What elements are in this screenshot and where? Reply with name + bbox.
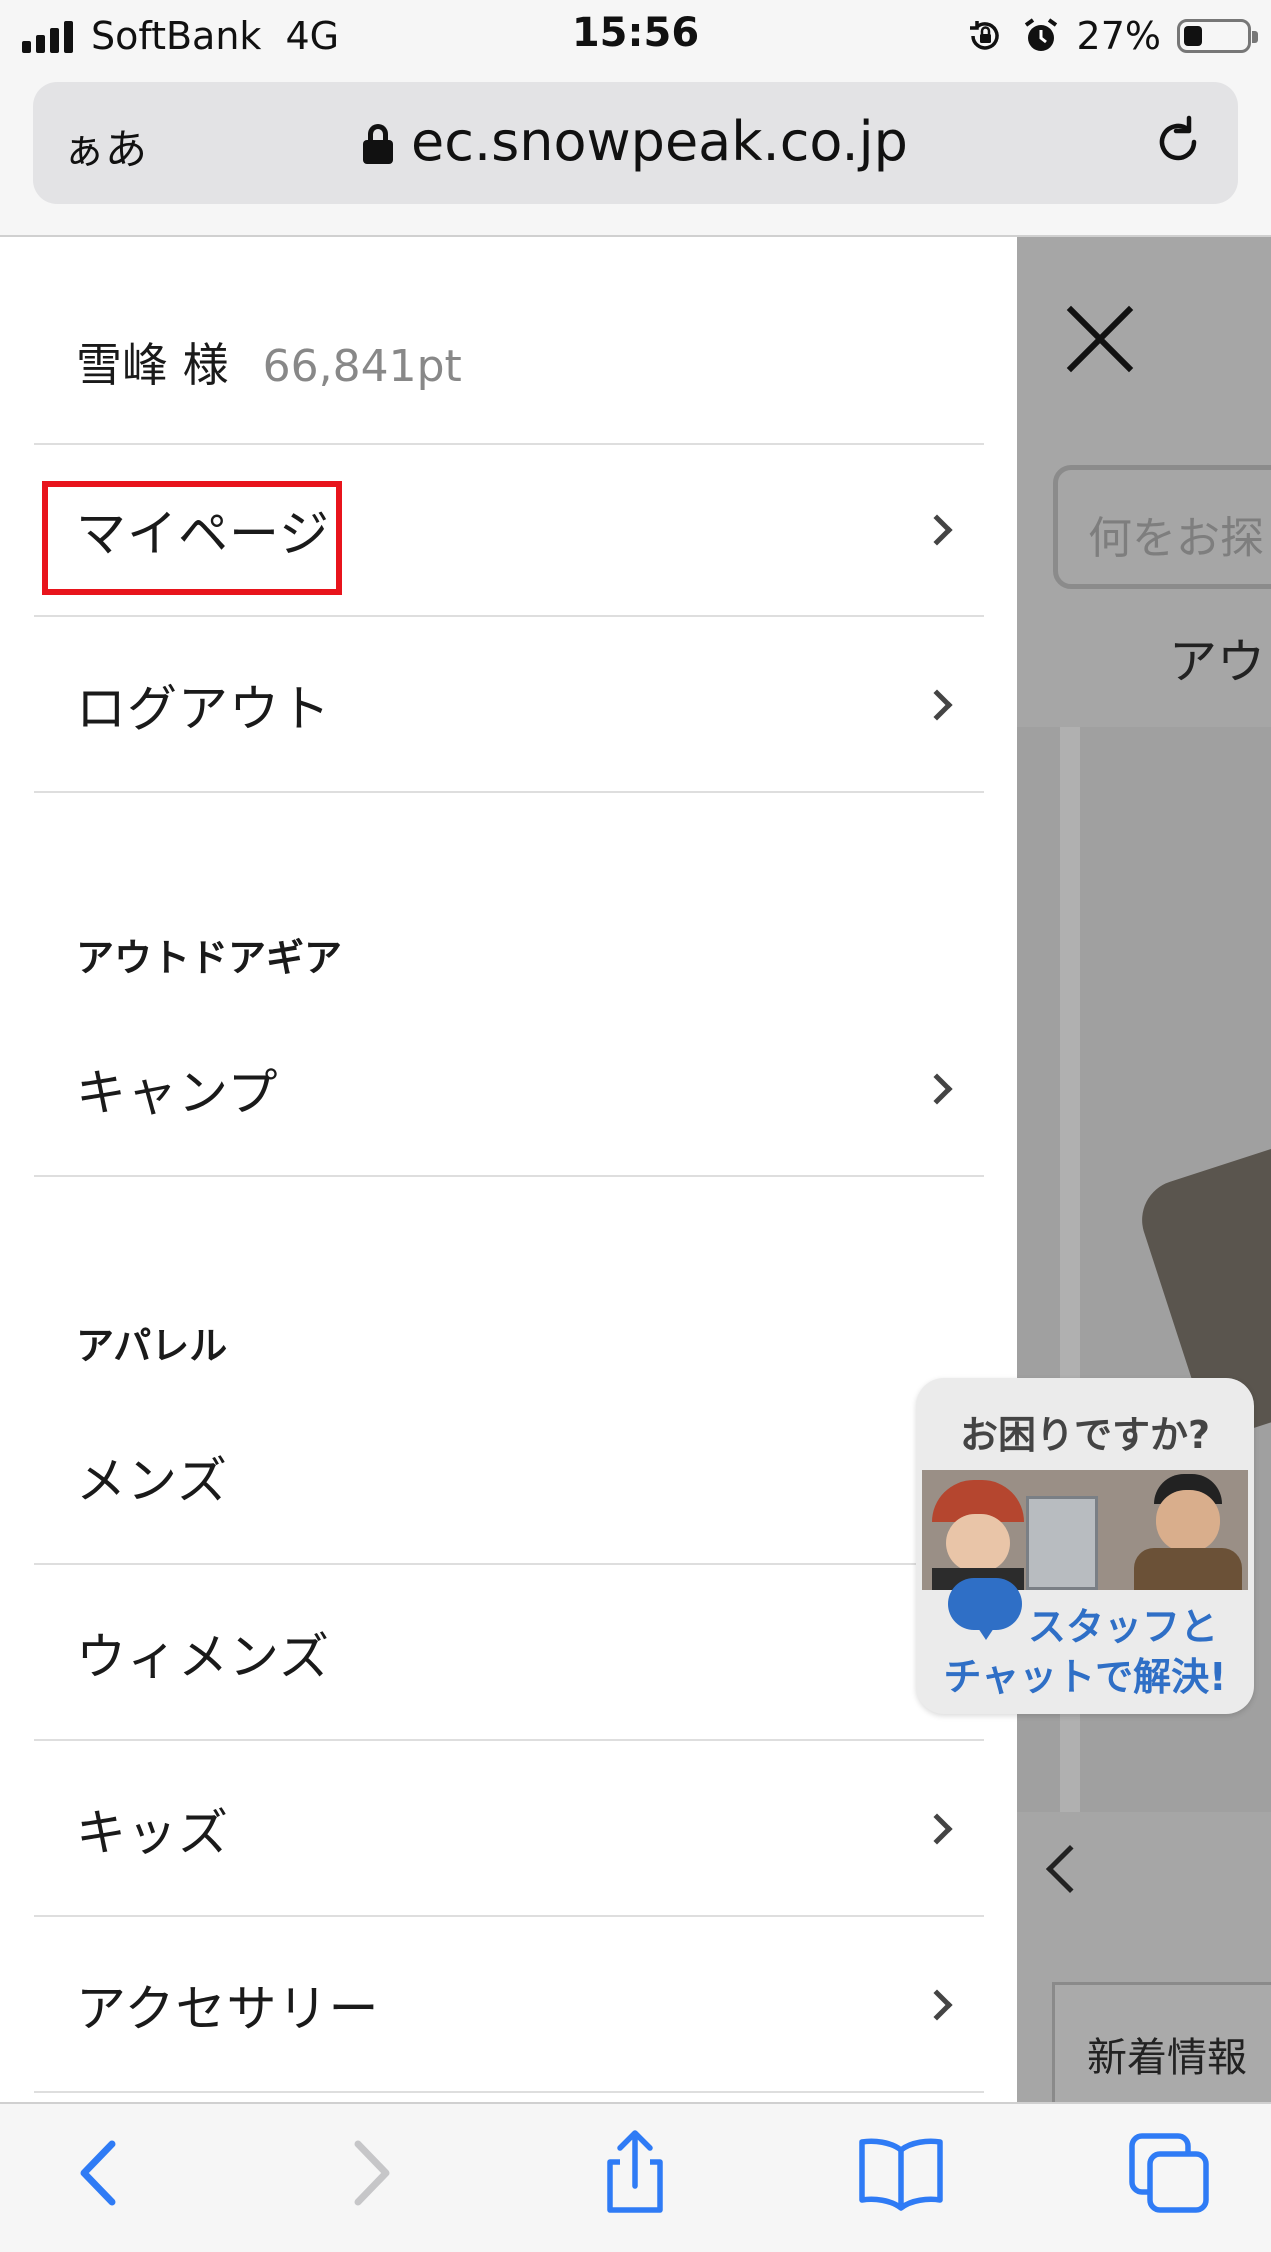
signal-icon: [22, 19, 73, 53]
lock-icon: [363, 123, 394, 164]
section-heading-apparel: アパレル: [76, 1324, 228, 1368]
news-tab-label: 新着情報: [1087, 2035, 1247, 2081]
carrier-label: SoftBank: [91, 14, 262, 58]
orientation-lock-icon: [969, 21, 999, 50]
staff-photo: [922, 1470, 1248, 1590]
menu-item-accessories[interactable]: アクセサリー: [34, 1919, 984, 2093]
menu-item-label: アクセサリー: [76, 1980, 380, 2038]
chevron-right-icon: [921, 1813, 953, 1845]
battery-percent: 27%: [1076, 14, 1161, 58]
menu-item-label: ログアウト: [76, 680, 331, 738]
background-search-input: 何をお探: [1053, 465, 1271, 589]
chat-title: お困りですか?: [959, 1413, 1211, 1457]
section-heading-gear: アウトドアギア: [76, 936, 343, 980]
back-icon[interactable]: [54, 2128, 144, 2218]
battery-icon: [1177, 19, 1258, 53]
url-text[interactable]: ec.snowpeak.co.jp: [411, 110, 908, 173]
browser-toolbar: [0, 2102, 1271, 2252]
menu-item-womens[interactable]: ウィメンズ: [34, 1567, 984, 1741]
reload-icon[interactable]: [1148, 112, 1208, 172]
menu-item-label: ウィメンズ: [76, 1628, 330, 1686]
chevron-left-icon: [1045, 1844, 1095, 1894]
chat-text-line1: スタッフと: [1028, 1605, 1219, 1649]
url-display[interactable]: ec.snowpeak.co.jp: [33, 110, 1238, 173]
status-right: 27%: [965, 10, 1258, 62]
user-points: 66,841pt: [262, 341, 462, 392]
forward-icon[interactable]: [326, 2128, 416, 2218]
chat-bubble-icon: [948, 1578, 1022, 1640]
chevron-right-icon: [921, 689, 953, 721]
page-overlay[interactable]: 何をお探 アウ 新着情報: [1017, 237, 1271, 2102]
user-name: 雪峰 様: [76, 338, 229, 392]
search-placeholder: 何をお探: [1088, 513, 1264, 564]
menu-item-label: マイページ: [76, 505, 330, 563]
browser-address-area: ぁあ ec.snowpeak.co.jp: [0, 72, 1271, 237]
chevron-right-icon: [921, 1989, 953, 2021]
menu-item-kids[interactable]: キッズ: [34, 1743, 984, 1917]
bookmarks-icon[interactable]: [856, 2128, 946, 2218]
share-icon[interactable]: [590, 2128, 680, 2218]
menu-item-label: キャンプ: [76, 1064, 279, 1122]
chat-text-line2: チャットで解決!: [943, 1655, 1227, 1699]
alarm-icon: [1024, 18, 1057, 51]
close-icon[interactable]: [1059, 299, 1139, 379]
address-bar[interactable]: ぁあ ec.snowpeak.co.jp: [33, 82, 1238, 204]
menu-item-mens[interactable]: メンズ: [34, 1391, 984, 1565]
chevron-right-icon: [921, 514, 953, 546]
chevron-right-icon: [921, 1073, 953, 1105]
tabs-icon[interactable]: [1124, 2128, 1214, 2218]
network-label: 4G: [285, 14, 340, 58]
background-nav-text: アウ: [1169, 634, 1266, 690]
menu-item-camp[interactable]: キャンプ: [34, 1003, 984, 1177]
user-info: 雪峰 様 66,841pt: [76, 329, 462, 395]
status-left: SoftBank 4G: [22, 10, 339, 62]
background-news-tab: 新着情報: [1052, 1982, 1271, 2102]
menu-item-label: メンズ: [76, 1452, 228, 1510]
screen: SoftBank 4G 15:56 27% ぁあ ec.snowpeak.co.…: [0, 0, 1271, 2252]
menu-item-logout[interactable]: ログアウト: [34, 619, 984, 793]
status-bar: SoftBank 4G 15:56 27%: [0, 0, 1271, 72]
side-menu: 雪峰 様 66,841pt マイページ ログアウト アウトドアギア キャンプ アパ…: [0, 237, 1017, 2102]
menu-item-label: キッズ: [76, 1804, 229, 1862]
menu-item-mypage[interactable]: マイページ: [34, 443, 984, 617]
chat-support-widget[interactable]: お困りですか? スタッフと チャットで解決!: [916, 1378, 1254, 1714]
